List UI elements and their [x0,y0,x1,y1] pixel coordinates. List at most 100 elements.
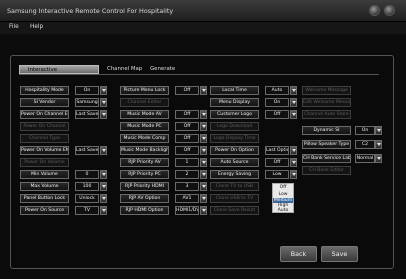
setting-label: Power On Source [20,206,69,215]
chevron-down-icon[interactable] [200,206,207,215]
setting-value[interactable]: 3 [175,182,199,191]
setting-value[interactable]: AV1 [175,194,199,203]
setting-label: Power On Channel [20,122,69,131]
title-bar: Samsung Interactive Remote Control For H… [0,0,406,22]
chevron-down-icon[interactable] [200,170,207,179]
setting-label: Power On Volume [20,158,69,167]
chevron-down-icon[interactable] [375,126,382,135]
setting-value[interactable]: Off [265,158,289,167]
tab-channel-map[interactable]: Channel Map [107,65,142,74]
setting-label: Auto Source [210,158,259,167]
chevron-down-icon[interactable] [290,86,297,95]
setting-label: Energy Saving [210,170,259,179]
setting-value[interactable]: Off [175,122,199,131]
setting-label: SI Vendor [20,98,69,107]
setting-label: RJP Priority PC [120,170,169,179]
setting-value[interactable]: On [75,86,99,95]
setting-label: CH Bank Editor [302,166,351,175]
chevron-down-icon[interactable] [290,170,297,179]
chevron-down-icon[interactable] [200,158,207,167]
setting-value[interactable]: Low [265,170,289,179]
chevron-down-icon[interactable] [100,170,107,179]
chevron-down-icon[interactable] [200,122,207,131]
setting-label: Local Time [210,86,259,95]
chevron-down-icon[interactable] [100,98,107,107]
tab-generate[interactable]: Generate [150,65,175,74]
setting-label: RJP HDMI Option [120,206,169,215]
setting-value[interactable]: 0 [75,170,99,179]
setting-value[interactable]: Off [175,134,199,143]
setting-label: Welcome Message [302,86,351,95]
setting-label: RJP Priority HDMI [120,182,169,191]
setting-value[interactable]: TV [75,206,99,215]
setting-label: Channel Auto Store [302,110,351,119]
chevron-down-icon[interactable] [290,146,297,155]
setting-label: Max Volume [20,182,69,191]
energy-saving-dropdown[interactable]: Off Low Medium High Auto [272,183,294,213]
chevron-down-icon[interactable] [290,110,297,119]
setting-label: Channel Type [20,134,69,143]
tab-interactive[interactable]: Interactive [19,65,99,74]
setting-label: Power On Volume EN [20,146,69,155]
setting-value[interactable]: Last Option [265,146,289,155]
back-button[interactable]: Back [280,246,317,262]
setting-value[interactable]: Auto [265,86,289,95]
setting-label: Music Mode AV [120,110,169,119]
chevron-down-icon[interactable] [375,154,382,163]
setting-value[interactable]: Unlock [75,194,99,203]
setting-value[interactable]: On [265,98,289,107]
menu-file[interactable]: File [9,24,19,30]
chevron-down-icon[interactable] [200,110,207,119]
setting-label: Menu Display [210,98,259,107]
setting-value[interactable]: C2 [355,140,375,149]
chevron-down-icon[interactable] [375,140,382,149]
dropdown-option[interactable]: Low [273,191,293,198]
setting-value[interactable]: Off [175,86,199,95]
setting-label: CH Bank Service Label [302,154,351,163]
chevron-down-icon[interactable] [100,146,107,155]
menu-help[interactable]: Help [30,24,43,30]
chevron-down-icon[interactable] [200,86,207,95]
setting-value[interactable]: On [355,126,375,135]
dropdown-option[interactable]: Auto [273,208,293,213]
chevron-down-icon[interactable] [200,134,207,143]
setting-label: Clone USB to TV [210,194,259,203]
setting-value[interactable]: 1 [175,158,199,167]
setting-label: Customer Logo [210,110,259,119]
chevron-down-icon[interactable] [200,194,207,203]
save-button[interactable]: Save [321,246,358,262]
setting-label: Dynamic SI [302,126,351,135]
chevron-down-icon[interactable] [290,158,297,167]
setting-label: Music Mode Backlight [120,146,169,155]
chevron-down-icon[interactable] [200,182,207,191]
setting-value[interactable]: HDMI1/DVI [175,206,199,215]
chevron-down-icon[interactable] [100,194,107,203]
setting-label: Power On Channel EN [20,110,69,119]
setting-value[interactable]: Off [265,110,289,119]
minimize-icon[interactable] [369,5,380,16]
setting-value[interactable]: Last Saved [75,146,99,155]
setting-label: Pillow Speaker Type [302,140,351,149]
chevron-down-icon[interactable] [100,182,107,191]
setting-value[interactable]: 2 [175,170,199,179]
close-icon[interactable] [384,5,395,16]
setting-label: Power On Option [210,146,259,155]
setting-label: Clone Save Result [210,206,259,215]
setting-value[interactable]: Normal [355,154,375,163]
window-title: Samsung Interactive Remote Control For H… [7,7,174,15]
chevron-down-icon[interactable] [100,86,107,95]
chevron-down-icon[interactable] [290,98,297,107]
setting-label: RJP Priority AV [120,158,169,167]
tab-divider [19,74,379,75]
setting-value[interactable]: 100 [75,182,99,191]
chevron-down-icon[interactable] [100,110,107,119]
chevron-down-icon[interactable] [100,206,107,215]
chevron-down-icon[interactable] [200,146,207,155]
setting-label: Logo Download [210,122,259,131]
setting-label: Music Mode PC [120,122,169,131]
setting-value[interactable]: Samsung [75,98,99,107]
dropdown-option[interactable]: Off [273,184,293,191]
setting-value[interactable]: Last Saved [75,110,99,119]
setting-value[interactable]: Off [175,110,199,119]
setting-value[interactable]: Off [175,146,199,155]
